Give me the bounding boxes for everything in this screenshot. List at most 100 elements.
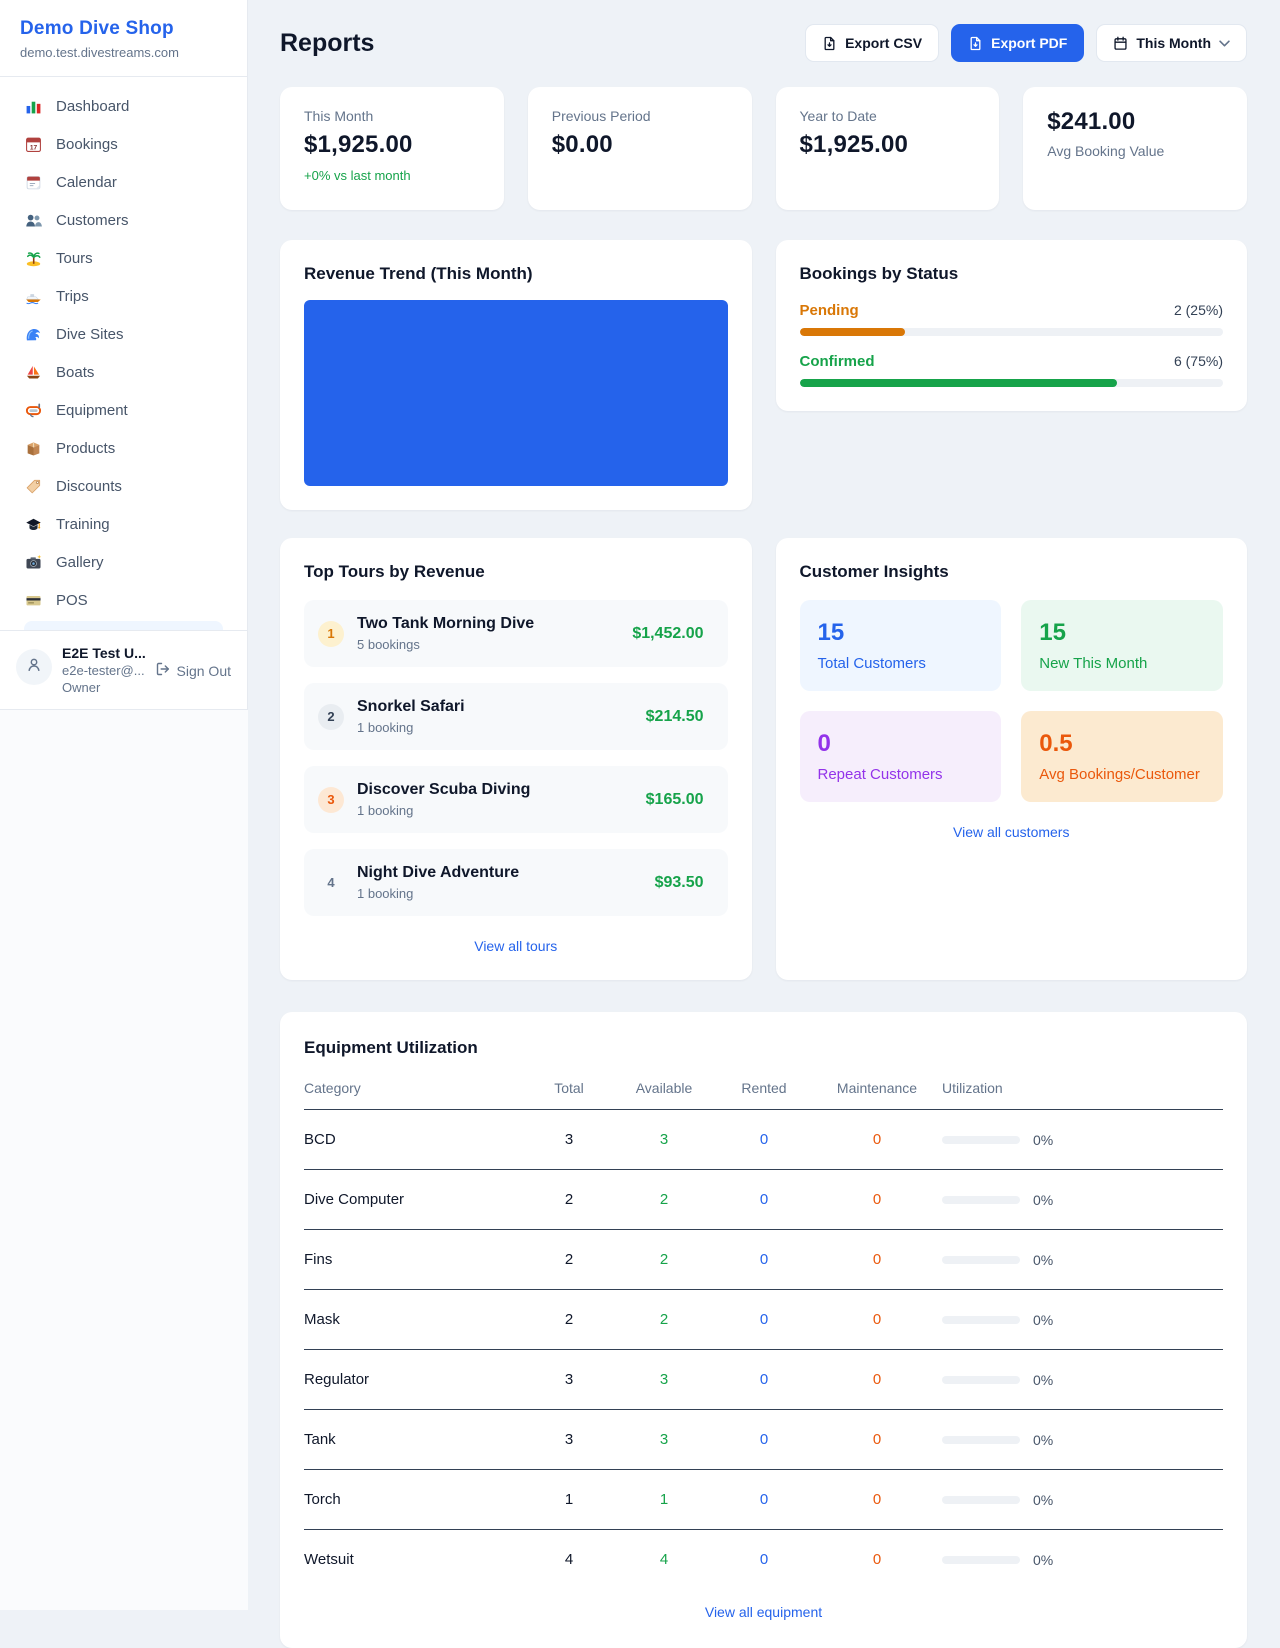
sidebar-item-label: Equipment	[56, 402, 128, 419]
sidebar-item-label: Dashboard	[56, 98, 129, 115]
equipment-rented: 0	[716, 1170, 812, 1230]
insight-tile-new-this-month: 15 New This Month	[1021, 600, 1223, 691]
sidebar-active-item-peek[interactable]	[24, 621, 223, 630]
equipment-rented: 0	[716, 1350, 812, 1410]
sidebar-item-dashboard[interactable]: Dashboard	[12, 87, 235, 125]
tour-name: Two Tank Morning Dive	[357, 615, 534, 632]
equipment-maintenance: 0	[812, 1110, 942, 1170]
column-header-total: Total	[526, 1072, 612, 1110]
export-pdf-button[interactable]: Export PDF	[951, 24, 1084, 62]
column-header-utilization: Utilization	[942, 1072, 1223, 1110]
utilization-bar	[942, 1436, 1020, 1444]
view-all-equipment-link[interactable]: View all equipment	[705, 1604, 822, 1620]
table-row: Fins 2 2 0 0 0%	[304, 1230, 1223, 1290]
sidebar-item-pos[interactable]: POS	[12, 581, 235, 619]
sidebar-item-label: Boats	[56, 364, 94, 381]
user-name: E2E Test U...	[62, 645, 145, 661]
period-selector-label: This Month	[1136, 35, 1211, 51]
tour-bookings: 1 booking	[357, 720, 465, 735]
equipment-maintenance: 0	[812, 1290, 942, 1350]
calendar-icon	[24, 173, 42, 191]
period-selector-dropdown[interactable]: This Month	[1096, 24, 1247, 62]
tour-revenue: $214.50	[646, 708, 704, 726]
sidebar-item-training[interactable]: Training	[12, 505, 235, 543]
equipment-rented: 0	[716, 1470, 812, 1530]
sign-out-button[interactable]: Sign Out	[155, 661, 231, 680]
dive-mask-icon	[24, 401, 42, 419]
insight-label: Total Customers	[818, 655, 984, 672]
sidebar-item-bookings[interactable]: 17 Bookings	[12, 125, 235, 163]
stat-cards-row: This Month $1,925.00 +0% vs last month P…	[280, 87, 1247, 210]
sidebar-item-label: Training	[56, 516, 110, 533]
view-all-customers-link[interactable]: View all customers	[953, 824, 1069, 840]
bookings-by-status-title: Bookings by Status	[800, 264, 1224, 284]
sidebar-item-boats[interactable]: Boats	[12, 353, 235, 391]
wave-icon	[24, 325, 42, 343]
status-value: 6 (75%)	[1174, 353, 1223, 369]
sidebar-item-label: Tours	[56, 250, 93, 267]
tour-row: 3 Discover Scuba Diving1 booking $165.00	[304, 766, 728, 833]
equipment-available: 2	[612, 1170, 716, 1230]
equipment-total: 3	[526, 1410, 612, 1470]
equipment-utilization-title: Equipment Utilization	[304, 1038, 1223, 1058]
customer-insights-title: Customer Insights	[800, 562, 1224, 582]
equipment-maintenance: 0	[812, 1170, 942, 1230]
utilization-percent: 0%	[1033, 1552, 1053, 1568]
insight-value: 0	[818, 730, 984, 758]
sidebar-header: Demo Dive Shop demo.test.divestreams.com	[0, 0, 247, 77]
sign-out-label: Sign Out	[177, 663, 231, 679]
sidebar-item-label: Trips	[56, 288, 89, 305]
equipment-available: 2	[612, 1230, 716, 1290]
shop-name: Demo Dive Shop	[20, 18, 227, 40]
equipment-total: 3	[526, 1350, 612, 1410]
view-all-tours-link[interactable]: View all tours	[474, 938, 557, 954]
stat-label: This Month	[304, 108, 480, 124]
equipment-category: Regulator	[304, 1350, 526, 1410]
sidebar-item-dive-sites[interactable]: Dive Sites	[12, 315, 235, 353]
sidebar-user-footer: E2E Test U... e2e-tester@... Owner Sign …	[0, 630, 247, 709]
equipment-maintenance: 0	[812, 1230, 942, 1290]
stat-value: $241.00	[1047, 108, 1223, 136]
sidebar-item-products[interactable]: Products	[12, 429, 235, 467]
credit-card-icon	[24, 591, 42, 609]
equipment-total: 2	[526, 1170, 612, 1230]
sidebar-item-label: Gallery	[56, 554, 104, 571]
equipment-available: 4	[612, 1530, 716, 1583]
tour-row: 1 Two Tank Morning Dive5 bookings $1,452…	[304, 600, 728, 667]
rank-badge: 4	[318, 870, 344, 896]
logout-icon	[155, 661, 171, 680]
speedboat-icon	[24, 287, 42, 305]
insight-label: Repeat Customers	[818, 766, 984, 783]
table-row: BCD 3 3 0 0 0%	[304, 1110, 1223, 1170]
stat-label: Avg Booking Value	[1047, 143, 1223, 159]
utilization-bar	[942, 1376, 1020, 1384]
export-csv-button[interactable]: Export CSV	[805, 24, 939, 62]
sidebar-item-label: POS	[56, 592, 88, 609]
sidebar-item-customers[interactable]: Customers	[12, 201, 235, 239]
sidebar-item-discounts[interactable]: Discounts	[12, 467, 235, 505]
equipment-maintenance: 0	[812, 1350, 942, 1410]
table-row: Tank 3 3 0 0 0%	[304, 1410, 1223, 1470]
chevron-down-icon	[1219, 40, 1230, 47]
table-row: Torch 1 1 0 0 0%	[304, 1470, 1223, 1530]
sidebar-item-calendar[interactable]: Calendar	[12, 163, 235, 201]
sidebar-item-trips[interactable]: Trips	[12, 277, 235, 315]
sidebar-item-gallery[interactable]: Gallery	[12, 543, 235, 581]
revenue-trend-title: Revenue Trend (This Month)	[304, 264, 728, 284]
status-row-confirmed: Confirmed 6 (75%)	[800, 353, 1224, 387]
tour-revenue: $93.50	[655, 874, 704, 892]
revenue-trend-card: Revenue Trend (This Month)	[280, 240, 752, 510]
utilization-bar	[942, 1316, 1020, 1324]
sidebar-item-tours[interactable]: Tours	[12, 239, 235, 277]
insight-label: New This Month	[1039, 655, 1205, 672]
utilization-bar	[942, 1196, 1020, 1204]
graduation-cap-icon	[24, 515, 42, 533]
equipment-maintenance: 0	[812, 1470, 942, 1530]
tour-bookings: 1 booking	[357, 803, 530, 818]
island-icon	[24, 249, 42, 267]
sidebar-item-label: Customers	[56, 212, 129, 229]
stat-card-year-to-date: Year to Date $1,925.00	[776, 87, 1000, 210]
equipment-category: Tank	[304, 1410, 526, 1470]
equipment-total: 2	[526, 1230, 612, 1290]
sidebar-item-equipment[interactable]: Equipment	[12, 391, 235, 429]
